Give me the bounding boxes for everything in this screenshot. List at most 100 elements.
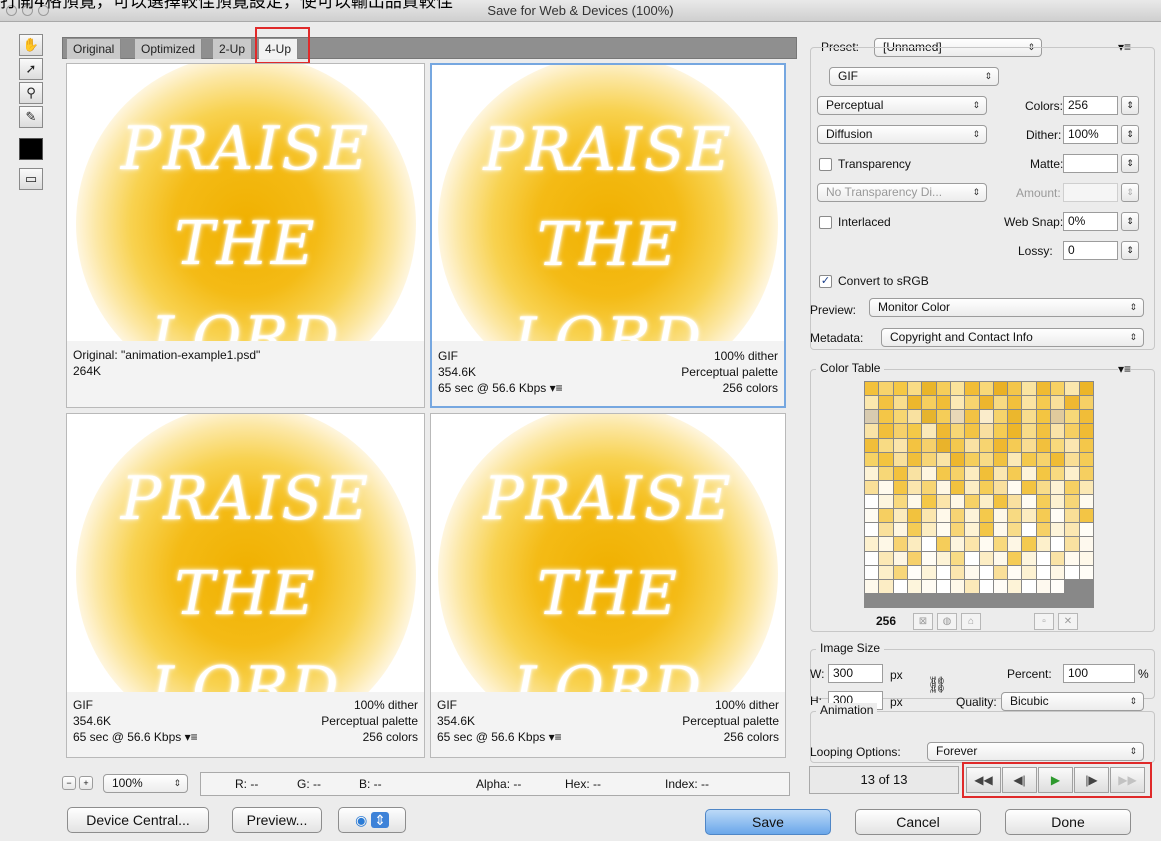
palette-swatch[interactable]	[950, 410, 965, 424]
palette-swatch[interactable]	[1051, 480, 1065, 494]
palette-swatch[interactable]	[893, 551, 907, 565]
palette-swatch[interactable]	[979, 424, 993, 438]
palette-swatch[interactable]	[993, 509, 1008, 523]
menu-icon[interactable]: ▾≡	[550, 381, 563, 395]
palette-swatch[interactable]	[865, 480, 879, 494]
palette-swatch[interactable]	[865, 396, 879, 410]
palette-swatch[interactable]	[979, 480, 993, 494]
palette-swatch[interactable]	[1065, 424, 1079, 438]
palette-swatch[interactable]	[936, 537, 950, 551]
web-shift-icon[interactable]: ◍	[937, 613, 957, 630]
palette-swatch[interactable]	[879, 551, 893, 565]
palette-swatch[interactable]	[1051, 523, 1065, 537]
palette-swatch[interactable]	[1036, 523, 1051, 537]
palette-swatch[interactable]	[893, 452, 907, 466]
palette-swatch[interactable]	[893, 523, 907, 537]
palette-swatch[interactable]	[1008, 382, 1022, 396]
palette-swatch[interactable]	[965, 466, 979, 480]
palette-swatch[interactable]	[1065, 438, 1079, 452]
palette-swatch[interactable]	[1065, 495, 1079, 509]
convert-srgb-checkbox[interactable]: ✓	[819, 275, 832, 288]
palette-swatch[interactable]	[936, 565, 950, 579]
palette-swatch[interactable]	[907, 466, 922, 480]
palette-swatch[interactable]	[879, 438, 893, 452]
palette-swatch[interactable]	[1065, 410, 1079, 424]
palette-swatch[interactable]	[907, 396, 922, 410]
palette-swatch[interactable]	[922, 396, 936, 410]
palette-swatch[interactable]	[922, 424, 936, 438]
colors-field[interactable]: 256	[1063, 96, 1118, 115]
constrain-proportions-icon[interactable]: ⛓	[927, 677, 947, 695]
palette-swatch[interactable]	[865, 438, 879, 452]
palette-swatch[interactable]	[979, 537, 993, 551]
palette-swatch[interactable]	[965, 438, 979, 452]
palette-swatch[interactable]	[993, 565, 1008, 579]
browser-select[interactable]: ◉ ⇕	[338, 807, 406, 833]
palette-swatch[interactable]	[950, 438, 965, 452]
palette-swatch[interactable]	[936, 438, 950, 452]
palette-swatch[interactable]	[893, 382, 907, 396]
palette-swatch[interactable]	[907, 452, 922, 466]
palette-swatch[interactable]	[922, 509, 936, 523]
palette-swatch[interactable]	[1022, 523, 1036, 537]
palette-swatch[interactable]	[979, 565, 993, 579]
palette-swatch[interactable]	[907, 509, 922, 523]
preview-pane-original[interactable]: PRAISE THE LORD Original: "animation-exa…	[66, 63, 425, 408]
palette-swatch[interactable]	[1065, 565, 1079, 579]
palette-swatch[interactable]	[879, 452, 893, 466]
palette-swatch[interactable]	[907, 382, 922, 396]
palette-swatch[interactable]	[936, 480, 950, 494]
palette-swatch[interactable]	[993, 523, 1008, 537]
palette-swatch[interactable]	[979, 495, 993, 509]
palette-swatch[interactable]	[1065, 452, 1079, 466]
palette-swatch[interactable]	[1051, 551, 1065, 565]
preview-pane-optimized-3[interactable]: PRAISE THE LORD GIF 354.6K 65 sec @ 56.6…	[430, 413, 786, 758]
metadata-select[interactable]: Copyright and Contact Info ⇕	[881, 328, 1144, 347]
zoom-in-button[interactable]: +	[79, 776, 93, 790]
palette-swatch[interactable]	[1079, 480, 1093, 494]
palette-swatch[interactable]	[1079, 452, 1093, 466]
palette-swatch[interactable]	[1051, 579, 1065, 593]
lock-color-icon[interactable]: ⌂	[961, 613, 981, 630]
palette-swatch[interactable]	[1079, 565, 1093, 579]
palette-swatch[interactable]	[879, 424, 893, 438]
palette-swatch[interactable]	[1022, 396, 1036, 410]
palette-swatch[interactable]	[950, 466, 965, 480]
menu-icon[interactable]: ▾≡	[549, 730, 562, 744]
palette-swatch[interactable]	[907, 410, 922, 424]
palette-swatch[interactable]	[993, 396, 1008, 410]
palette-swatch[interactable]	[1008, 579, 1022, 593]
palette-swatch[interactable]	[979, 551, 993, 565]
palette-swatch[interactable]	[907, 551, 922, 565]
preview-pane-optimized-1[interactable]: PRAISE THE LORD GIF 354.6K 65 sec @ 56.6…	[430, 63, 786, 408]
palette-swatch[interactable]	[865, 579, 879, 593]
colors-stepper[interactable]: ⇕	[1121, 96, 1139, 115]
palette-swatch[interactable]	[1022, 579, 1036, 593]
palette-swatch[interactable]	[1008, 480, 1022, 494]
palette-swatch[interactable]	[950, 480, 965, 494]
palette-swatch[interactable]	[1051, 396, 1065, 410]
palette-swatch[interactable]	[922, 523, 936, 537]
palette-swatch[interactable]	[1079, 424, 1093, 438]
palette-swatch[interactable]	[893, 438, 907, 452]
palette-swatch[interactable]	[1036, 452, 1051, 466]
palette-swatch[interactable]	[979, 396, 993, 410]
palette-swatch[interactable]	[907, 523, 922, 537]
palette-swatch[interactable]	[1051, 565, 1065, 579]
palette-swatch[interactable]	[879, 565, 893, 579]
eyedropper-icon[interactable]: ✎	[19, 106, 43, 128]
palette-swatch[interactable]	[1036, 565, 1051, 579]
palette-swatch[interactable]	[879, 396, 893, 410]
palette-swatch[interactable]	[1008, 410, 1022, 424]
palette-swatch[interactable]	[922, 537, 936, 551]
palette-swatch[interactable]	[1079, 509, 1093, 523]
palette-swatch[interactable]	[893, 565, 907, 579]
palette-swatch[interactable]	[922, 495, 936, 509]
palette-swatch[interactable]	[907, 579, 922, 593]
palette-swatch[interactable]	[965, 410, 979, 424]
palette-swatch[interactable]	[907, 537, 922, 551]
palette-swatch[interactable]	[1051, 452, 1065, 466]
palette-swatch[interactable]	[922, 466, 936, 480]
palette-swatch[interactable]	[865, 410, 879, 424]
palette-swatch[interactable]	[965, 565, 979, 579]
